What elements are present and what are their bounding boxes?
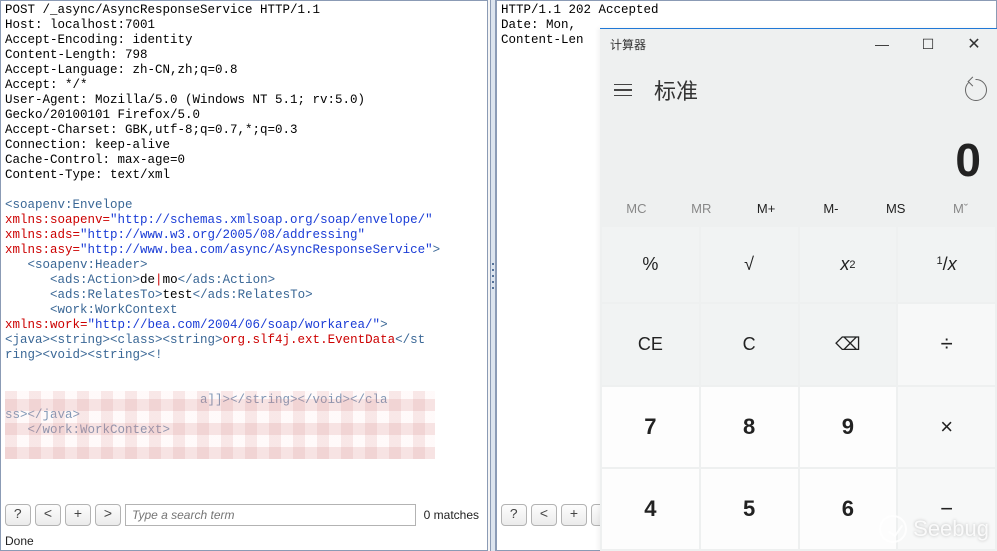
memory-m+[interactable]: M+ [734, 195, 799, 221]
prev-match-button[interactable]: < [35, 504, 61, 526]
key-×[interactable]: × [898, 387, 995, 467]
key-%[interactable]: % [602, 227, 699, 302]
key-4[interactable]: 4 [602, 469, 699, 549]
request-panel: POST /_async/AsyncResponseService HTTP/1… [0, 0, 488, 551]
key-√[interactable]: √ [701, 227, 798, 302]
window-title: 计算器 [610, 36, 646, 53]
request-code[interactable]: POST /_async/AsyncResponseService HTTP/1… [1, 1, 487, 440]
memory-ms[interactable]: MS [863, 195, 928, 221]
memory-mc: MC [604, 195, 669, 221]
key-⌫[interactable]: ⌫ [800, 304, 897, 384]
key-÷[interactable]: ÷ [898, 304, 995, 384]
calc-display: 0 [600, 115, 997, 195]
key-¹/ₓ[interactable]: 1/x [898, 227, 995, 302]
help-button[interactable]: ? [5, 504, 31, 526]
memory-mˇ: Mˇ [928, 195, 993, 221]
key-C[interactable]: C [701, 304, 798, 384]
status-text: Done [5, 534, 34, 548]
key-5[interactable]: 5 [701, 469, 798, 549]
help-button[interactable]: ? [501, 504, 527, 526]
search-bar-left: ? < + > 0 matches [5, 504, 483, 526]
key-−[interactable]: − [898, 469, 995, 549]
key-8[interactable]: 8 [701, 387, 798, 467]
maximize-button[interactable]: ☐ [905, 29, 951, 59]
keypad: %√x21/x CEC⌫÷ 789× 456− [600, 225, 997, 551]
mode-label: 标准 [654, 74, 698, 106]
memory-mr: MR [669, 195, 734, 221]
key-9[interactable]: 9 [800, 387, 897, 467]
add-button[interactable]: + [561, 504, 587, 526]
minimize-button[interactable]: — [859, 29, 905, 59]
key-CE[interactable]: CE [602, 304, 699, 384]
search-input[interactable] [125, 504, 416, 526]
close-button[interactable]: ✕ [951, 29, 997, 59]
calculator-window[interactable]: 计算器 — ☐ ✕ 标准 0 MCMRM+M-MSMˇ %√x21/x CEC⌫÷… [600, 28, 997, 551]
prev-match-button[interactable]: < [531, 504, 557, 526]
memory-m-[interactable]: M- [798, 195, 863, 221]
next-match-button[interactable]: > [95, 504, 121, 526]
redacted-block [5, 391, 435, 459]
memory-row: MCMRM+M-MSMˇ [600, 195, 997, 225]
key-7[interactable]: 7 [602, 387, 699, 467]
menu-icon[interactable] [614, 78, 638, 102]
titlebar[interactable]: 计算器 — ☐ ✕ [600, 29, 997, 59]
match-count: 0 matches [420, 508, 483, 522]
key-6[interactable]: 6 [800, 469, 897, 549]
key-x²[interactable]: x2 [800, 227, 897, 302]
history-icon[interactable] [965, 79, 987, 101]
add-button[interactable]: + [65, 504, 91, 526]
